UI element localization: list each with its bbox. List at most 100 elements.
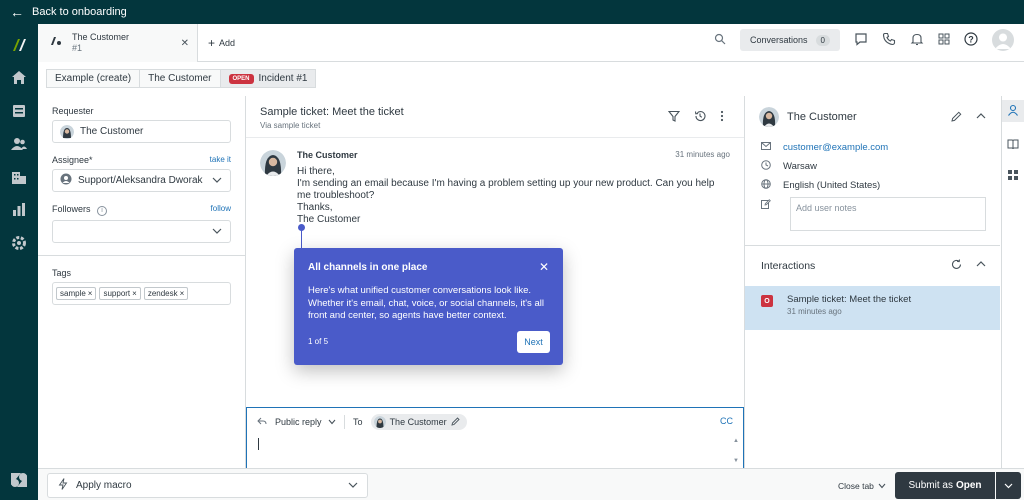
- notes-edit-icon: [761, 199, 771, 212]
- reply-arrow-icon: [257, 416, 267, 428]
- reply-composer: Public reply To The Customer CC ▲ ▼: [246, 407, 744, 469]
- chat-icon[interactable]: [854, 32, 868, 49]
- next-button[interactable]: Next: [517, 331, 550, 353]
- breadcrumb-requester[interactable]: The Customer: [139, 69, 221, 88]
- user-avatar[interactable]: [992, 29, 1014, 51]
- followers-label: Followers: [52, 204, 91, 214]
- reply-header: Public reply To The Customer: [247, 408, 743, 436]
- close-tab-dropdown[interactable]: Close tab: [838, 481, 886, 491]
- refresh-icon[interactable]: [951, 259, 962, 273]
- tags-label: Tags: [52, 268, 72, 278]
- remove-tag-icon[interactable]: ×: [88, 289, 93, 298]
- help-icon[interactable]: ?: [964, 31, 978, 49]
- phone-icon[interactable]: [882, 32, 896, 49]
- tag-chip[interactable]: support ×: [99, 287, 141, 300]
- agent-icon: [60, 173, 72, 188]
- edit-pencil-icon[interactable]: [951, 111, 962, 125]
- onboarding-popover: All channels in one place ✕ Here's what …: [294, 248, 563, 365]
- reporting-icon[interactable]: [10, 201, 28, 219]
- tag-chip[interactable]: zendesk ×: [143, 287, 189, 300]
- ticket-tab-number: #1: [72, 42, 83, 53]
- ticket-tab-icon: [50, 35, 62, 50]
- apply-macro-dropdown[interactable]: Apply macro: [47, 473, 368, 498]
- conversations-count-badge: 0: [815, 34, 830, 46]
- requester-avatar: [60, 124, 74, 139]
- submit-prefix: Submit as: [908, 480, 953, 491]
- scroll-up-icon[interactable]: ▲: [733, 438, 739, 444]
- apply-macro-label: Apply macro: [76, 480, 132, 491]
- assignee-value: Support/Aleksandra Dworak: [78, 175, 203, 186]
- submit-options-button[interactable]: [996, 472, 1021, 499]
- recipient-chip[interactable]: The Customer: [370, 414, 467, 430]
- chevron-down-icon: [212, 227, 222, 238]
- remove-tag-icon[interactable]: ×: [180, 289, 185, 298]
- breadcrumb-ticket[interactable]: OPEN Incident #1: [219, 69, 317, 88]
- chevron-up-icon[interactable]: [976, 259, 986, 273]
- user-notes-input[interactable]: Add user notes: [790, 197, 986, 231]
- customer-locale: English (United States): [783, 180, 881, 191]
- conversations-label: Conversations: [750, 35, 808, 45]
- add-tab-button[interactable]: + Add: [208, 36, 235, 50]
- to-label: To: [353, 417, 363, 427]
- reply-scrollbar[interactable]: ▲ ▼: [733, 438, 739, 464]
- plus-icon: +: [208, 35, 216, 50]
- customer-context-tab[interactable]: [1001, 100, 1024, 122]
- home-icon[interactable]: [10, 69, 28, 87]
- requester-label-row: Requester: [52, 106, 231, 116]
- organizations-icon[interactable]: [10, 168, 28, 186]
- message-author-avatar[interactable]: [260, 150, 286, 176]
- customers-icon[interactable]: [10, 135, 28, 153]
- apps-grid-icon[interactable]: [938, 33, 950, 48]
- submit-button[interactable]: Submit as Open: [895, 472, 995, 499]
- customer-context-panel: The Customer customer@example.com Warsaw…: [744, 96, 1000, 468]
- follow-link[interactable]: follow: [211, 204, 231, 216]
- reply-mode-dropdown[interactable]: Public reply: [275, 417, 336, 427]
- history-icon[interactable]: [694, 110, 706, 125]
- requester-label: Requester: [52, 106, 94, 116]
- chevron-down-icon: [212, 176, 222, 187]
- edit-pencil-icon[interactable]: [450, 416, 460, 428]
- chevron-up-icon[interactable]: [976, 111, 986, 125]
- search-icon[interactable]: [714, 33, 726, 48]
- interaction-item[interactable]: O Sample ticket: Meet the ticket 31 minu…: [745, 286, 1000, 330]
- filter-icon[interactable]: [667, 110, 681, 125]
- zendesk-product-logo-icon[interactable]: [10, 36, 28, 54]
- remove-tag-icon[interactable]: ×: [132, 289, 137, 298]
- apps-grid-icon[interactable]: [1007, 169, 1019, 184]
- breadcrumb-organization[interactable]: Example (create): [46, 69, 141, 88]
- ticket-subject[interactable]: Sample ticket: Meet the ticket: [260, 106, 730, 118]
- followers-select[interactable]: [52, 220, 231, 243]
- customer-name[interactable]: The Customer: [787, 111, 857, 123]
- requester-field[interactable]: The Customer: [52, 120, 231, 143]
- knowledge-book-icon[interactable]: [1007, 138, 1019, 153]
- info-icon[interactable]: i: [97, 206, 108, 216]
- views-icon[interactable]: [10, 102, 28, 120]
- assignee-label: Assignee*: [52, 155, 93, 165]
- back-arrow-icon[interactable]: ←: [10, 5, 24, 19]
- add-tab-label: Add: [219, 37, 236, 48]
- scroll-down-icon[interactable]: ▼: [733, 458, 739, 464]
- more-options-icon[interactable]: [720, 110, 724, 125]
- customer-avatar: [759, 107, 779, 127]
- assignee-select[interactable]: Support/Aleksandra Dworak: [52, 169, 231, 192]
- tags-input[interactable]: sample × support × zendesk ×: [52, 282, 231, 305]
- interaction-text: Sample ticket: Meet the ticket 31 minute…: [787, 294, 911, 330]
- customer-city: Warsaw: [783, 161, 817, 172]
- tag-chip[interactable]: sample ×: [56, 287, 97, 300]
- chevron-down-icon: [878, 481, 886, 491]
- message-line: I'm sending an email because I'm having …: [297, 178, 715, 201]
- ticket-channel: Via sample ticket: [260, 121, 321, 130]
- close-icon[interactable]: ✕: [539, 260, 549, 274]
- notifications-bell-icon[interactable]: [910, 32, 924, 49]
- back-to-onboarding-link[interactable]: Back to onboarding: [32, 6, 127, 18]
- conversations-button[interactable]: Conversations 0: [740, 29, 840, 51]
- take-it-link[interactable]: take it: [210, 155, 231, 165]
- admin-gear-icon[interactable]: [10, 234, 28, 252]
- close-tab-icon[interactable]: ✕: [181, 38, 189, 49]
- ticket-tab[interactable]: The Customer #1 ✕: [38, 23, 198, 62]
- customer-email-link[interactable]: customer@example.com: [783, 142, 888, 153]
- interactions-title: Interactions: [761, 260, 816, 272]
- cc-button[interactable]: CC: [720, 416, 733, 426]
- message-author[interactable]: The Customer: [297, 150, 358, 160]
- recipient-name: The Customer: [389, 417, 447, 427]
